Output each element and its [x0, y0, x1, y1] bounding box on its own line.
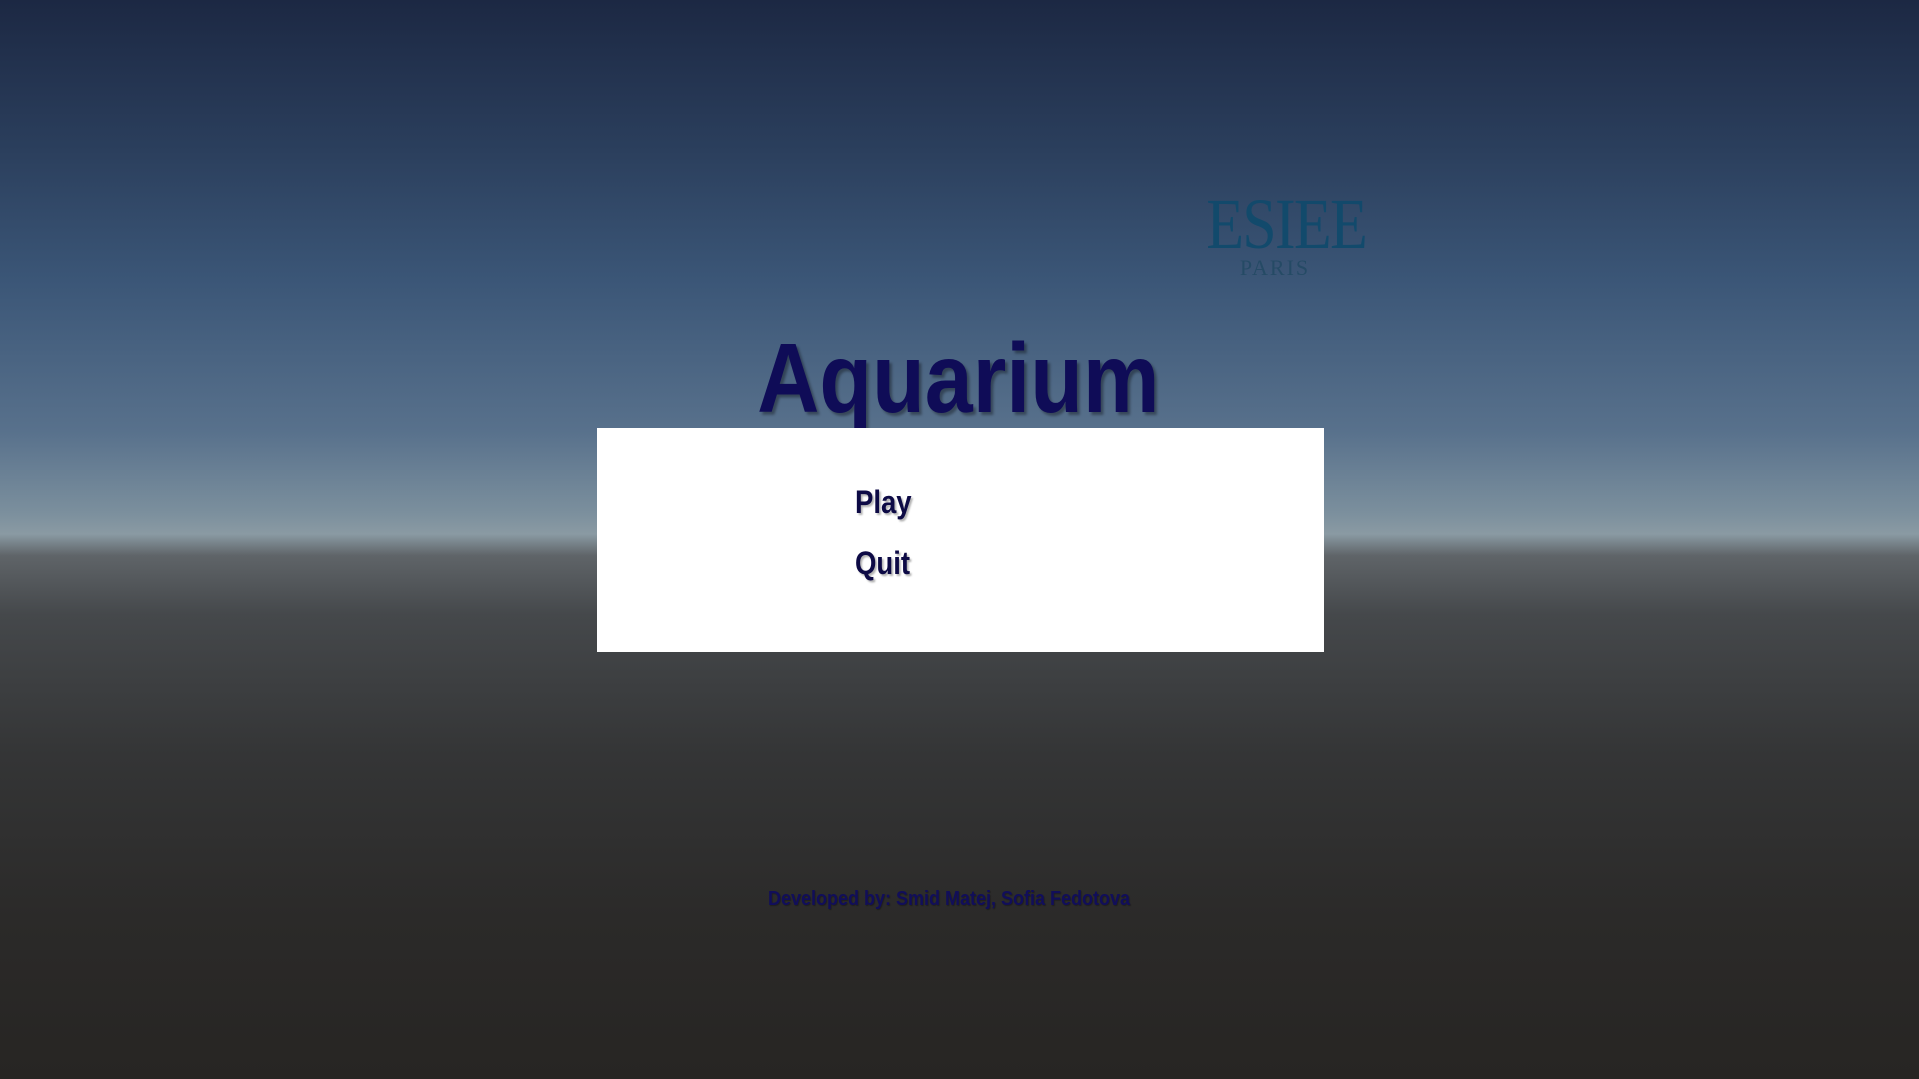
game-title: Aquarium — [757, 323, 1160, 433]
quit-button[interactable]: Quit — [855, 543, 910, 583]
esiee-paris-logo: ESIEE PARIS — [1195, 184, 1368, 280]
main-menu-panel: Play Quit — [597, 428, 1324, 652]
logo-wordmark: ESIEE — [1206, 184, 1368, 264]
play-button[interactable]: Play — [855, 482, 912, 522]
logo-subtitle: PARIS — [1239, 255, 1311, 280]
developer-credits: Developed by: Smid Matej, Sofia Fedotova — [767, 888, 1131, 910]
